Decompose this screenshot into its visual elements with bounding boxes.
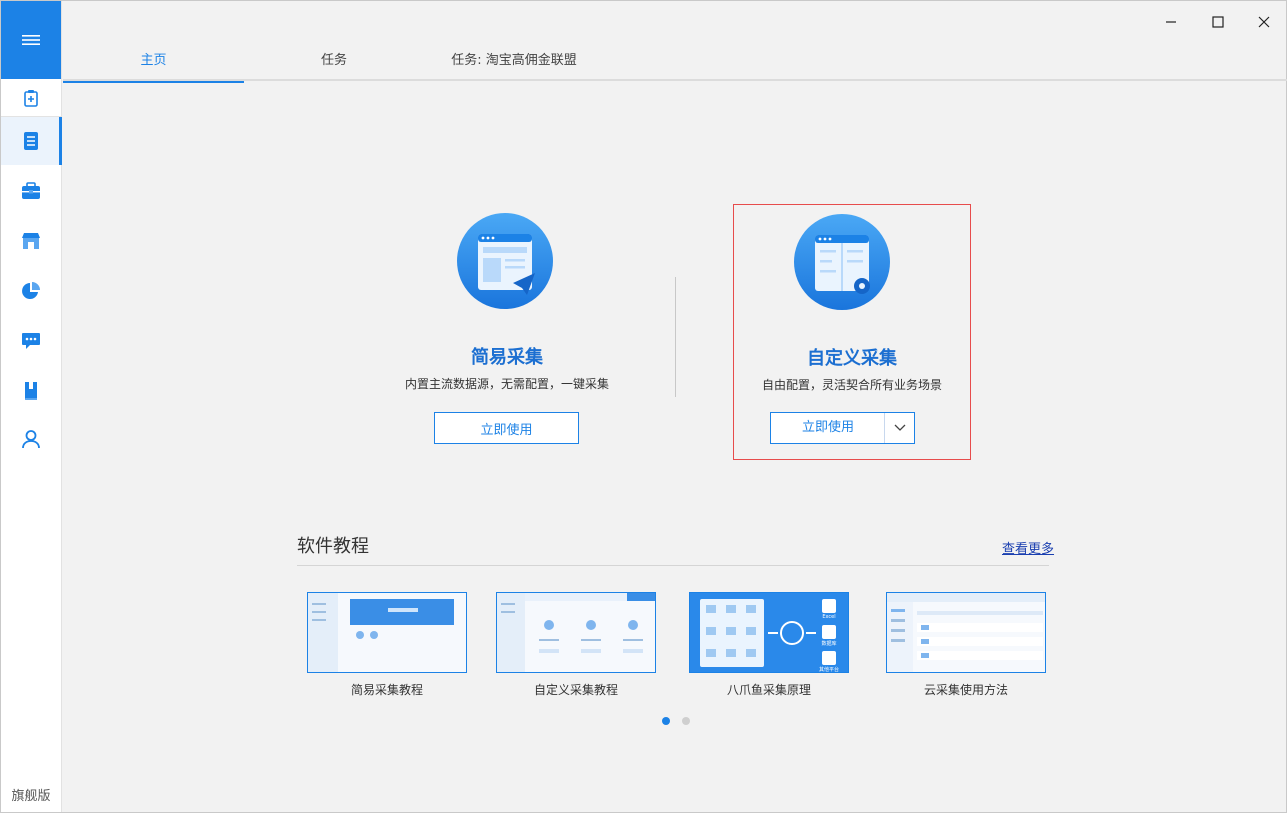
platform-label: 其他平台 [818, 667, 839, 673]
maximize-button[interactable] [1203, 9, 1233, 35]
tutorial-thumb-custom[interactable] [496, 592, 656, 673]
sidebar-item-account[interactable] [1, 415, 61, 463]
menu-button[interactable] [1, 1, 61, 79]
chevron-down-icon [894, 424, 905, 431]
card-divider [675, 277, 676, 397]
tutorial-label: 自定义采集教程 [533, 683, 618, 697]
book-icon [25, 382, 37, 400]
cloud-collect-screenshot [887, 593, 1045, 672]
sidebar-item-new-task[interactable] [1, 79, 61, 116]
custom-collect-dropdown-button[interactable] [884, 413, 914, 443]
sidebar-item-messages[interactable] [1, 317, 61, 365]
carousel-dot-1[interactable] [662, 717, 670, 725]
custom-collect-icon [794, 214, 890, 310]
sidebar-item-tasks[interactable] [1, 117, 62, 165]
card-description: 自由配置，灵活契合所有业务场景 [761, 378, 942, 392]
principle-diagram-screenshot [690, 593, 848, 672]
sidebar-item-tutorials[interactable] [1, 367, 61, 415]
tab-task-detail[interactable]: 任务: 淘宝高佣金联盟 [424, 43, 604, 81]
tab-tasks[interactable]: 任务 [244, 43, 424, 81]
card-title: 自定义采集 [807, 348, 897, 369]
tutorial-thumb-principle[interactable]: Excel 数据库 其他平台 [689, 592, 849, 673]
close-icon [1258, 16, 1270, 28]
custom-collect-screenshot [497, 593, 655, 672]
user-icon [22, 430, 40, 449]
tutorial-thumb-simple[interactable] [307, 592, 467, 673]
menu-icon [22, 35, 40, 45]
carousel-dot-2[interactable] [682, 717, 690, 725]
simple-collect-card: 简易采集 内置主流数据源，无需配置，一键采集 立即使用 [388, 206, 626, 459]
tab-home[interactable]: 主页 [63, 43, 244, 83]
database-label: 数据库 [821, 641, 837, 647]
simple-collect-icon [457, 213, 553, 309]
card-title: 简易采集 [471, 347, 543, 368]
simple-collect-use-button[interactable]: 立即使用 [434, 412, 579, 444]
toolbox-icon [22, 182, 40, 199]
sidebar-item-toolbox[interactable] [1, 167, 61, 215]
see-more-link[interactable]: 查看更多 [1002, 538, 1054, 557]
chart-pie-icon [22, 282, 40, 299]
close-button[interactable] [1249, 9, 1279, 35]
simple-collect-screenshot [308, 593, 466, 672]
minimize-button[interactable] [1156, 9, 1186, 35]
custom-collect-split-button: 立即使用 [770, 412, 915, 444]
message-icon [22, 333, 40, 349]
tutorials-title: 软件教程 [297, 536, 369, 557]
new-task-icon [24, 89, 38, 107]
tutorial-thumb-cloud[interactable] [886, 592, 1046, 673]
tutorial-label: 云采集使用方法 [923, 683, 1008, 697]
minimize-icon [1166, 21, 1176, 23]
custom-collect-card: 自定义采集 自由配置，灵活契合所有业务场景 立即使用 [733, 204, 971, 460]
tutorial-label: 简易采集教程 [350, 683, 423, 697]
card-description: 内置主流数据源，无需配置，一键采集 [404, 377, 609, 391]
store-icon [22, 233, 40, 249]
custom-collect-use-button[interactable]: 立即使用 [771, 413, 885, 443]
sidebar-item-statistics[interactable] [1, 267, 61, 315]
tutorial-label: 八爪鱼采集原理 [726, 683, 811, 697]
task-list-icon [24, 132, 38, 150]
excel-label: Excel [822, 614, 836, 620]
tab-bar: 主页 任务 任务: 淘宝高佣金联盟 [63, 43, 1287, 83]
sidebar-item-store[interactable] [1, 217, 61, 265]
edition-label: 旗舰版 [11, 789, 51, 804]
sidebar: 旗舰版 [1, 1, 62, 812]
app-window: 旗舰版 主页 任务 任务: 淘宝高佣金联盟 简易采集 内置主流数据源，无需配置，… [0, 0, 1287, 813]
tutorials-divider [297, 565, 1049, 566]
maximize-icon [1212, 16, 1224, 28]
